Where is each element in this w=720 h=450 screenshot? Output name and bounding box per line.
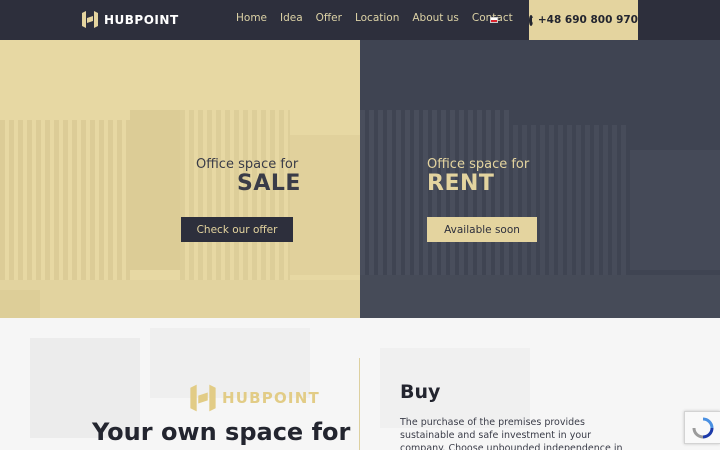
hubpoint-logo-icon: [190, 384, 216, 412]
nav-item-idea[interactable]: Idea: [280, 12, 303, 24]
top-navigation: HUBPOINT Home Idea Offer Location About …: [0, 0, 720, 40]
nav-item-offer[interactable]: Offer: [316, 12, 342, 24]
section-brand-name: HUBPOINT: [222, 389, 320, 407]
intro-section: HUBPOINT Your own space for Buy The purc…: [0, 318, 720, 450]
phone-icon: [529, 14, 538, 26]
section-heading: Your own space for: [92, 418, 351, 446]
poland-flag-icon[interactable]: [490, 17, 498, 23]
hubpoint-logo-icon: [82, 11, 98, 28]
available-soon-button[interactable]: Available soon: [427, 217, 537, 242]
phone-button[interactable]: +48 690 800 970: [529, 0, 638, 40]
buy-title: Buy: [400, 381, 441, 403]
section-brand-logo: HUBPOINT: [190, 383, 320, 413]
section-divider: [359, 358, 360, 450]
building-background-image: [360, 110, 720, 318]
hero-sale-panel: Office space for SALE: [0, 40, 360, 318]
sale-title: SALE: [237, 171, 301, 196]
nav-item-location[interactable]: Location: [355, 12, 399, 24]
buy-description: The purchase of the premises provides su…: [400, 417, 623, 450]
nav-item-about-us[interactable]: About us: [412, 12, 459, 24]
phone-number: +48 690 800 970: [537, 14, 638, 26]
brand-logo[interactable]: HUBPOINT: [82, 10, 179, 29]
check-offer-button[interactable]: Check our offer: [181, 217, 293, 242]
rent-subtitle: Office space for: [427, 157, 530, 172]
recaptcha-logo: [692, 417, 713, 438]
sale-subtitle: Office space for: [196, 157, 299, 172]
rent-title: RENT: [427, 171, 495, 196]
hero-rent-panel: Office space for RENT: [360, 40, 720, 318]
recaptcha-icon[interactable]: [684, 411, 720, 444]
building-background-image: [0, 110, 360, 318]
brand-name: HUBPOINT: [104, 12, 179, 27]
nav-item-home[interactable]: Home: [236, 12, 267, 24]
main-menu: Home Idea Offer Location About us Contac…: [236, 12, 513, 24]
